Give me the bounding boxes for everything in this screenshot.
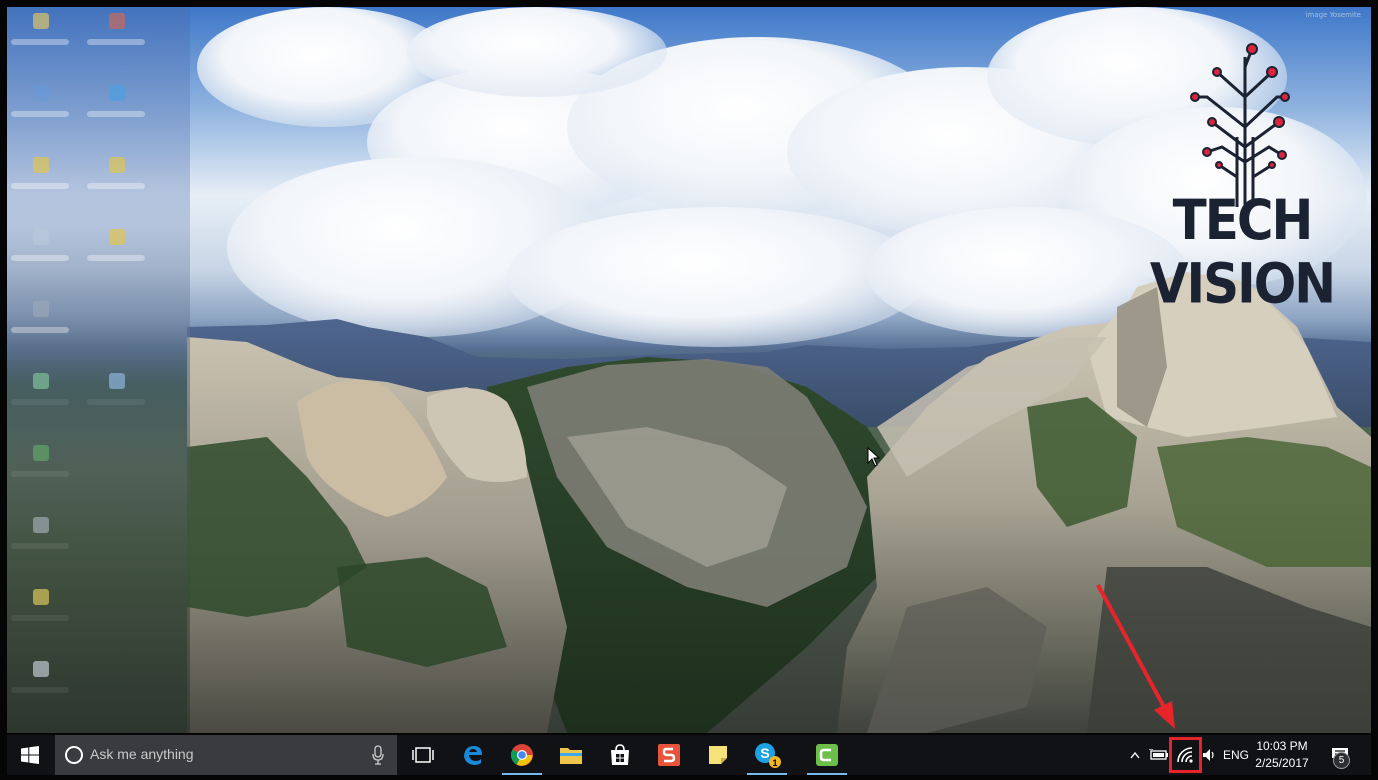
- chrome-app-button[interactable]: [498, 735, 546, 775]
- desktop-wallpaper[interactable]: image Yosemite TECH VISION: [7, 7, 1371, 733]
- chrome-icon: [511, 744, 533, 766]
- store-app-button[interactable]: [596, 735, 644, 775]
- store-icon: [611, 744, 629, 765]
- start-button[interactable]: [7, 735, 53, 775]
- sticky-notes-app-button[interactable]: [694, 735, 742, 775]
- skype-icon: S 1: [755, 743, 781, 768]
- svg-text:S: S: [760, 745, 769, 761]
- sticky-notes-icon: [709, 746, 727, 764]
- microphone-icon[interactable]: [371, 745, 385, 765]
- search-placeholder: Ask me anything: [90, 746, 194, 762]
- battery-button[interactable]: [1147, 735, 1171, 775]
- camtasia-icon: [816, 744, 838, 766]
- show-hidden-icons-button[interactable]: [1126, 735, 1144, 775]
- battery-icon: [1149, 749, 1168, 760]
- cortana-search-box[interactable]: Ask me anything: [55, 735, 397, 775]
- cortana-icon: [65, 746, 83, 764]
- task-view-icon: [412, 747, 434, 763]
- clock[interactable]: 10:03 PM 2/25/2017: [1244, 738, 1320, 772]
- skype-app-button[interactable]: S 1: [743, 735, 791, 775]
- file-explorer-app-button[interactable]: [547, 735, 595, 775]
- speaker-icon: [1203, 749, 1214, 761]
- folder-icon: [560, 748, 582, 764]
- camtasia-app-button[interactable]: [803, 735, 851, 775]
- edge-app-button[interactable]: [449, 735, 497, 775]
- network-highlight-box: [1169, 737, 1202, 773]
- clock-date: 2/25/2017: [1255, 756, 1309, 770]
- annotation-arrow-icon: [1096, 584, 1175, 729]
- skype-badge: 1: [772, 758, 777, 768]
- wps-app-button[interactable]: [645, 735, 693, 775]
- wps-icon: [658, 744, 680, 766]
- chevron-up-icon: [1130, 751, 1140, 759]
- taskbar: Ask me anything S 1 ENG 10:03 PM 2/25/20…: [7, 735, 1371, 775]
- task-view-button[interactable]: [399, 735, 447, 775]
- volume-button[interactable]: [1200, 735, 1218, 775]
- clock-time: 10:03 PM: [1256, 739, 1308, 753]
- screen: image Yosemite TECH VISION Ask me anythi…: [0, 0, 1378, 780]
- edge-icon: [464, 746, 482, 765]
- notification-count-badge: 5: [1333, 752, 1350, 769]
- windows-logo-icon: [21, 746, 39, 764]
